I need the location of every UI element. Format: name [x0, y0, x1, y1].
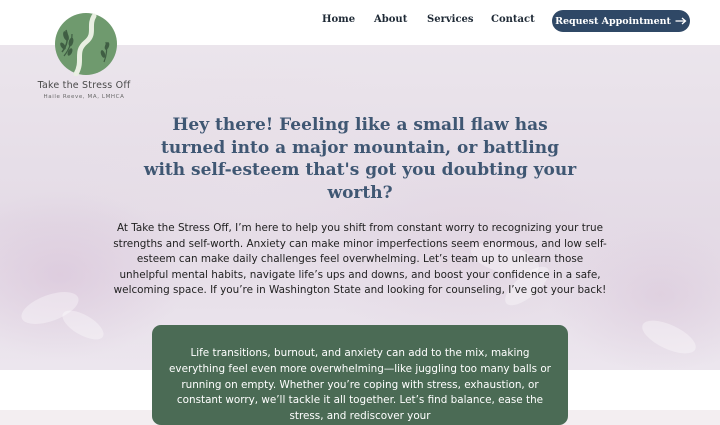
logo-name: Take the Stress Off	[37, 80, 131, 91]
hero-headline: Hey there! Feeling like a small flaw has…	[143, 115, 577, 203]
flower-petal	[58, 304, 108, 346]
site-logo[interactable]: Take the Stress Off Haile Reeve, MA, LMH…	[30, 12, 138, 102]
flower-petal	[637, 313, 701, 361]
logo-badge-icon	[55, 13, 117, 76]
arrow-right-icon	[675, 17, 687, 25]
nav-services[interactable]: Services	[427, 14, 474, 25]
nav-about[interactable]: About	[374, 14, 407, 25]
logo-subtitle: Haile Reeve, MA, LMHCA	[43, 94, 125, 100]
hero-intro-paragraph: At Take the Stress Off, I’m here to help…	[113, 222, 607, 297]
card-paragraph: Life transitions, burnout, and anxiety c…	[169, 347, 551, 423]
request-appointment-button[interactable]: Request Appointment	[552, 10, 690, 32]
request-appointment-label: Request Appointment	[555, 15, 671, 27]
nav-home[interactable]: Home	[322, 14, 355, 25]
nav-contact[interactable]: Contact	[491, 14, 535, 25]
services-info-card: Life transitions, burnout, and anxiety c…	[152, 325, 568, 425]
